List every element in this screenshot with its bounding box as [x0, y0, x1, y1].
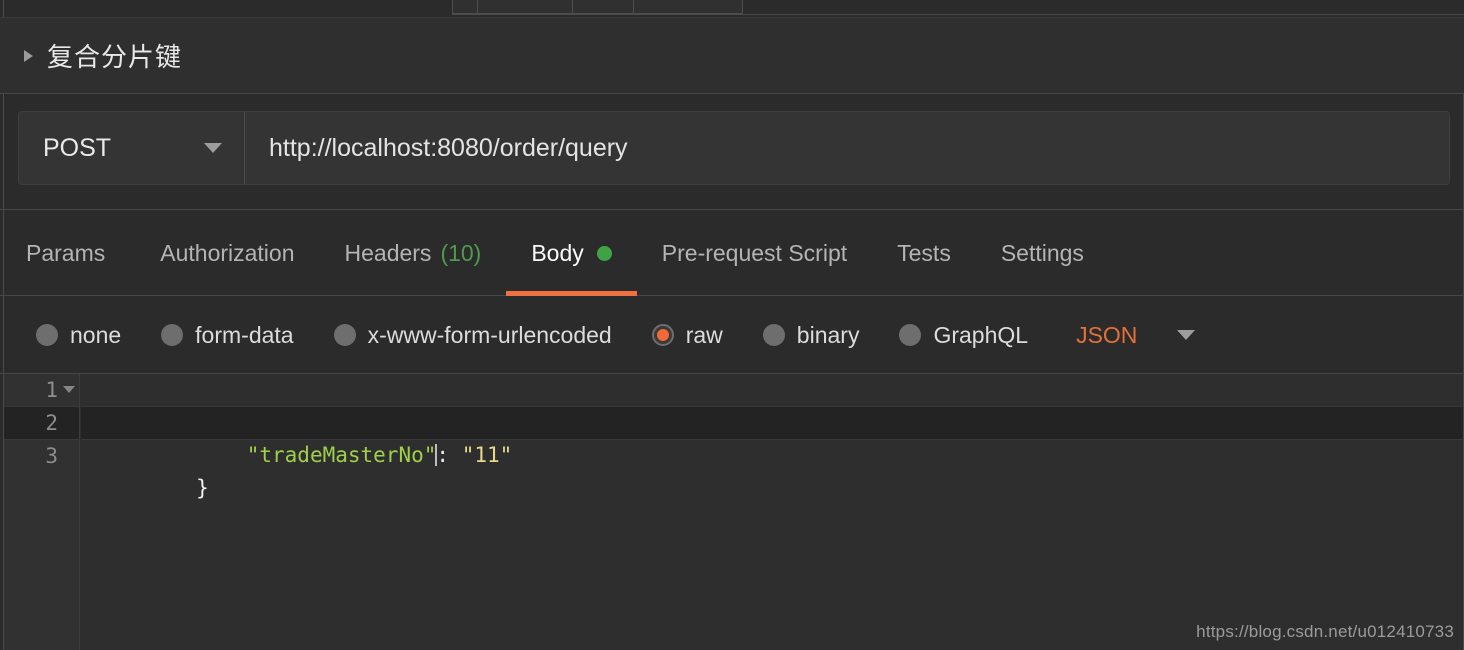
top-tab-strip-cutoff: [0, 0, 1464, 18]
request-tab-list: Params Authorization Headers (10) Body P…: [26, 210, 1109, 296]
chevron-down-icon[interactable]: [1177, 330, 1196, 340]
panel-left-border: [3, 0, 4, 18]
cutoff-tab-4[interactable]: [633, 0, 743, 14]
tab-label: Authorization: [160, 239, 295, 266]
panel-left-border: [3, 296, 4, 374]
fold-triangle-icon[interactable]: [63, 386, 75, 393]
body-type-graphql[interactable]: GraphQL: [899, 322, 1028, 349]
body-present-dot-icon: [596, 245, 612, 261]
editor-gutter: 1 2 3: [4, 374, 80, 650]
code-line-3[interactable]: }: [81, 440, 1463, 500]
tab-authorization[interactable]: Authorization: [135, 210, 319, 296]
tab-headers[interactable]: Headers (10): [320, 210, 507, 296]
body-type-form-data[interactable]: form-data: [161, 321, 294, 349]
http-method-select[interactable]: POST: [19, 112, 245, 184]
radio-label: GraphQL: [933, 321, 1029, 348]
radio-label: raw: [685, 321, 723, 348]
gutter-line-1: 1: [4, 374, 79, 406]
body-type-x-www-form-urlencoded[interactable]: x-www-form-urlencoded: [333, 321, 612, 349]
tab-params[interactable]: Params: [26, 210, 135, 296]
headers-count-badge: (10): [440, 239, 482, 266]
line-number: 2: [45, 411, 58, 435]
cutoff-tab-1[interactable]: [452, 0, 478, 14]
tab-pre-request-script[interactable]: Pre-request Script: [637, 210, 872, 296]
body-type-binary[interactable]: binary: [762, 321, 860, 349]
request-url-input[interactable]: http://localhost:8080/order/query: [245, 112, 1449, 184]
panel-left-border: [3, 94, 4, 210]
body-type-raw[interactable]: raw: [651, 321, 723, 349]
radio-label: x-www-form-urlencoded: [367, 321, 612, 348]
panel-left-border: [3, 210, 4, 296]
tab-settings[interactable]: Settings: [976, 210, 1109, 296]
tab-label: Pre-request Script: [661, 239, 848, 266]
code-line-2[interactable]: "tradeMasterNo": "11": [81, 406, 1463, 467]
gutter-line-3: 3: [4, 440, 79, 472]
http-method-label: POST: [43, 133, 112, 162]
tab-label: Body: [531, 239, 584, 266]
raw-format-label: JSON: [1076, 321, 1138, 348]
code-close-brace: }: [196, 476, 209, 500]
tab-label: Tests: [897, 239, 951, 266]
radio-label: binary: [796, 321, 860, 348]
tab-tests[interactable]: Tests: [872, 210, 976, 296]
body-type-none[interactable]: none: [36, 322, 121, 349]
gutter-line-2: 2: [4, 406, 79, 440]
tab-label: Headers: [344, 239, 432, 266]
radio-icon[interactable]: [762, 324, 785, 346]
raw-format-select[interactable]: JSON: [1076, 321, 1196, 349]
editor-code-area[interactable]: { "tradeMasterNo": "11" }: [81, 374, 1463, 650]
radio-icon[interactable]: [899, 324, 922, 346]
radio-icon-selected[interactable]: [651, 324, 674, 346]
body-type-bar: none form-data x-www-form-urlencoded raw…: [0, 296, 1464, 374]
radio-label: form-data: [195, 321, 294, 348]
tab-body[interactable]: Body: [506, 210, 637, 296]
request-tab-bar: Params Authorization Headers (10) Body P…: [0, 210, 1464, 296]
collapsible-section-header[interactable]: 复合分片键: [0, 18, 1464, 94]
body-type-radio-group: none form-data x-www-form-urlencoded raw…: [36, 296, 1196, 374]
tab-label: Settings: [1000, 239, 1084, 266]
cutoff-tab-2[interactable]: [477, 0, 573, 14]
code-line-1[interactable]: {: [81, 374, 1463, 434]
tab-label: Params: [26, 239, 106, 266]
editor-surface[interactable]: 1 2 3 { "tradeMasterNo": "11" }: [4, 374, 1463, 650]
request-url-bar: POST http://localhost:8080/order/query: [0, 94, 1464, 210]
cutoff-tab-group[interactable]: [452, 0, 743, 14]
chevron-down-icon[interactable]: [204, 143, 222, 153]
triangle-right-icon[interactable]: [24, 49, 33, 62]
radio-icon[interactable]: [161, 324, 184, 346]
cutoff-tab-underline: [452, 14, 1464, 15]
line-number: 3: [45, 444, 58, 468]
url-input-group: POST http://localhost:8080/order/query: [18, 111, 1450, 185]
radio-label: none: [70, 321, 122, 348]
radio-icon[interactable]: [333, 324, 356, 346]
radio-icon[interactable]: [36, 324, 58, 346]
cutoff-tab-3[interactable]: [572, 0, 634, 14]
watermark-text: https://blog.csdn.net/u012410733: [1196, 622, 1454, 641]
page-title: 复合分片键: [47, 43, 183, 73]
request-body-editor[interactable]: 1 2 3 { "tradeMasterNo": "11" } https://…: [0, 374, 1464, 650]
line-number: 1: [45, 378, 58, 402]
